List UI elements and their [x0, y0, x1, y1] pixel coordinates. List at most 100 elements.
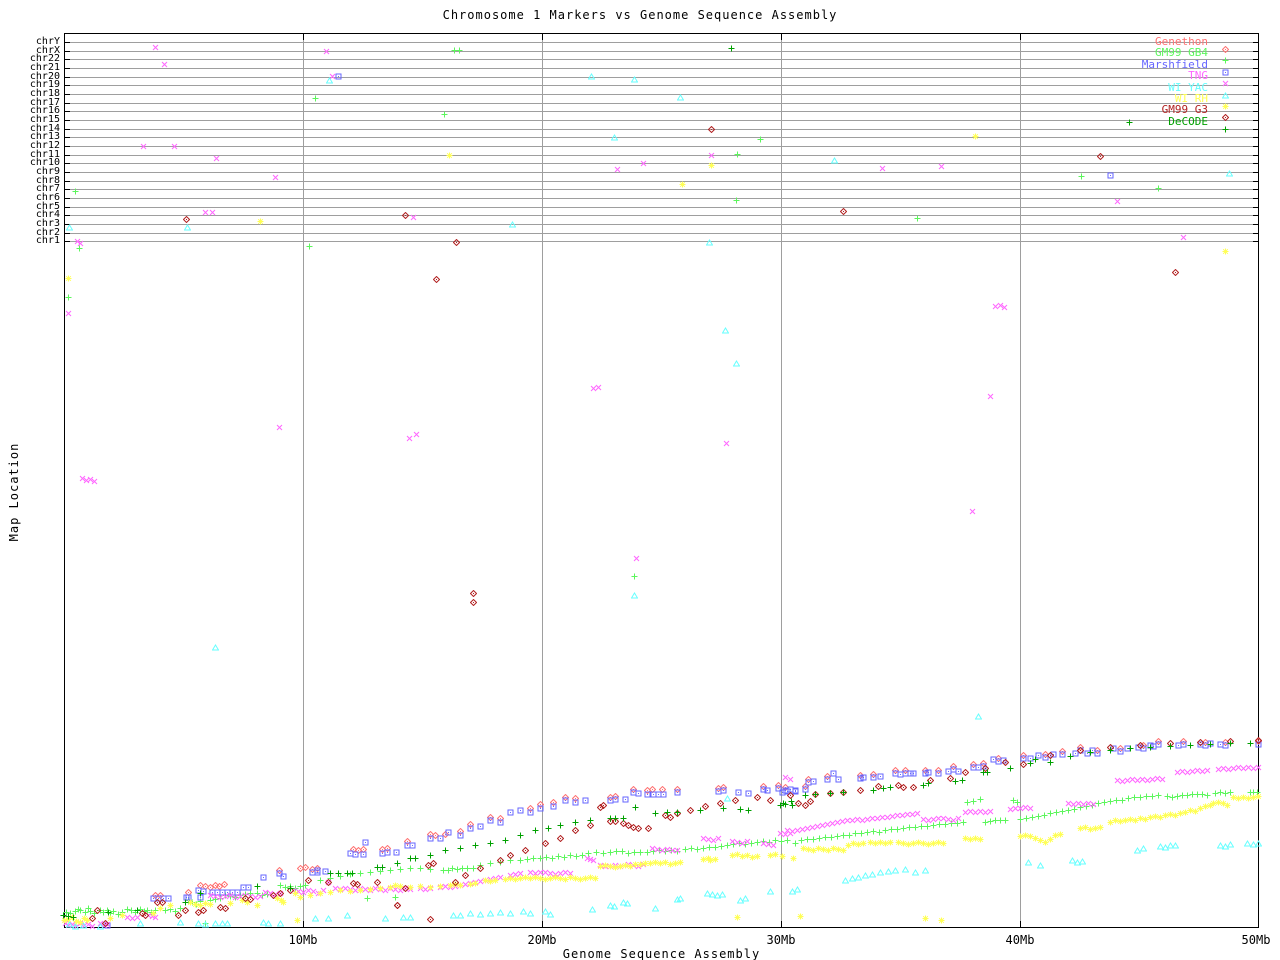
data-point: [885, 868, 892, 875]
data-point: [287, 885, 294, 892]
data-point: [509, 221, 516, 228]
data-point: [831, 157, 838, 164]
data-point: [892, 867, 899, 874]
data-point: [377, 885, 384, 892]
chromosome-gridline: [64, 137, 1259, 138]
data-point: [70, 914, 77, 921]
data-point: [349, 870, 356, 877]
data-point: [1087, 749, 1094, 756]
data-point: [91, 478, 98, 485]
data-point: [582, 797, 589, 804]
data-point: [664, 809, 671, 816]
data-point: [202, 921, 209, 928]
data-point: [1255, 840, 1262, 847]
data-point: [532, 827, 539, 834]
data-point: [452, 879, 459, 886]
right-tick: [1253, 189, 1259, 190]
data-point: [142, 912, 149, 919]
right-tick: [1253, 181, 1259, 182]
data-point: [265, 920, 272, 927]
data-point: [984, 769, 991, 776]
data-point: [715, 835, 722, 842]
data-point: [406, 435, 413, 442]
data-point: [962, 769, 969, 776]
right-tick: [1253, 77, 1259, 78]
chromosome-gridline: [64, 85, 1259, 86]
data-point: [827, 790, 834, 797]
data-point: [835, 776, 842, 783]
data-point: [938, 917, 945, 924]
top-tick: [781, 33, 782, 40]
data-point: [89, 915, 96, 922]
data-point: [1172, 269, 1179, 276]
data-point: [254, 902, 261, 909]
data-point: [89, 923, 96, 930]
right-tick: [1253, 68, 1259, 69]
data-point: [337, 887, 344, 894]
data-point: [1117, 748, 1124, 755]
left-tick: [64, 85, 70, 86]
data-point: [708, 152, 715, 159]
data-point: [595, 384, 602, 391]
data-point: [572, 819, 579, 826]
chart-canvas: Chromosome 1 Markers vs Genome Sequence …: [0, 0, 1280, 960]
data-point: [1155, 741, 1162, 748]
data-point: [802, 792, 809, 799]
data-point: [614, 166, 621, 173]
chromosome-gridline: [64, 103, 1259, 104]
data-point: [1032, 756, 1039, 763]
data-point: [757, 136, 764, 143]
data-point: [161, 61, 168, 68]
data-point: [472, 880, 479, 887]
data-point: [674, 847, 681, 854]
data-point: [772, 851, 779, 858]
data-point: [222, 905, 229, 912]
data-point: [442, 847, 449, 854]
right-tick: [1253, 155, 1259, 156]
data-point: [66, 224, 73, 231]
data-point: [402, 885, 409, 892]
data-point: [437, 883, 444, 890]
data-point: [446, 152, 453, 159]
data-point: [1020, 761, 1027, 768]
data-point: [1067, 753, 1074, 760]
data-point: [857, 787, 864, 794]
data-point: [742, 895, 749, 902]
data-point: [635, 825, 642, 832]
right-tick: [1253, 207, 1259, 208]
data-point: [1159, 776, 1166, 783]
data-point: [795, 800, 802, 807]
data-point: [326, 77, 333, 84]
data-point: [788, 798, 795, 805]
vertical-gridline: [1020, 33, 1021, 928]
data-point: [312, 915, 319, 922]
data-point: [347, 888, 354, 895]
data-point: [922, 915, 929, 922]
data-point: [1097, 824, 1104, 831]
data-point: [221, 881, 228, 888]
right-tick: [1253, 215, 1259, 216]
data-point: [1167, 743, 1174, 750]
data-point: [527, 809, 534, 816]
data-point: [502, 837, 509, 844]
data-point: [842, 877, 849, 884]
chromosome-gridline: [64, 129, 1259, 130]
data-point: [522, 847, 529, 854]
data-point: [600, 802, 607, 809]
data-point: [708, 162, 715, 169]
data-point: [720, 805, 727, 812]
data-point: [433, 276, 440, 283]
data-point: [1107, 172, 1114, 179]
data-point: [197, 890, 204, 897]
right-tick: [1253, 129, 1259, 130]
chromosome-gridline: [64, 198, 1259, 199]
chromosome-gridline: [64, 207, 1259, 208]
chromosome-gridline: [64, 42, 1259, 43]
vertical-gridline: [303, 33, 304, 928]
data-point: [1059, 751, 1066, 758]
data-point: [119, 912, 126, 919]
data-point: [140, 143, 147, 150]
left-tick: [64, 146, 70, 147]
data-point: [1079, 858, 1086, 865]
data-point: [105, 909, 112, 916]
